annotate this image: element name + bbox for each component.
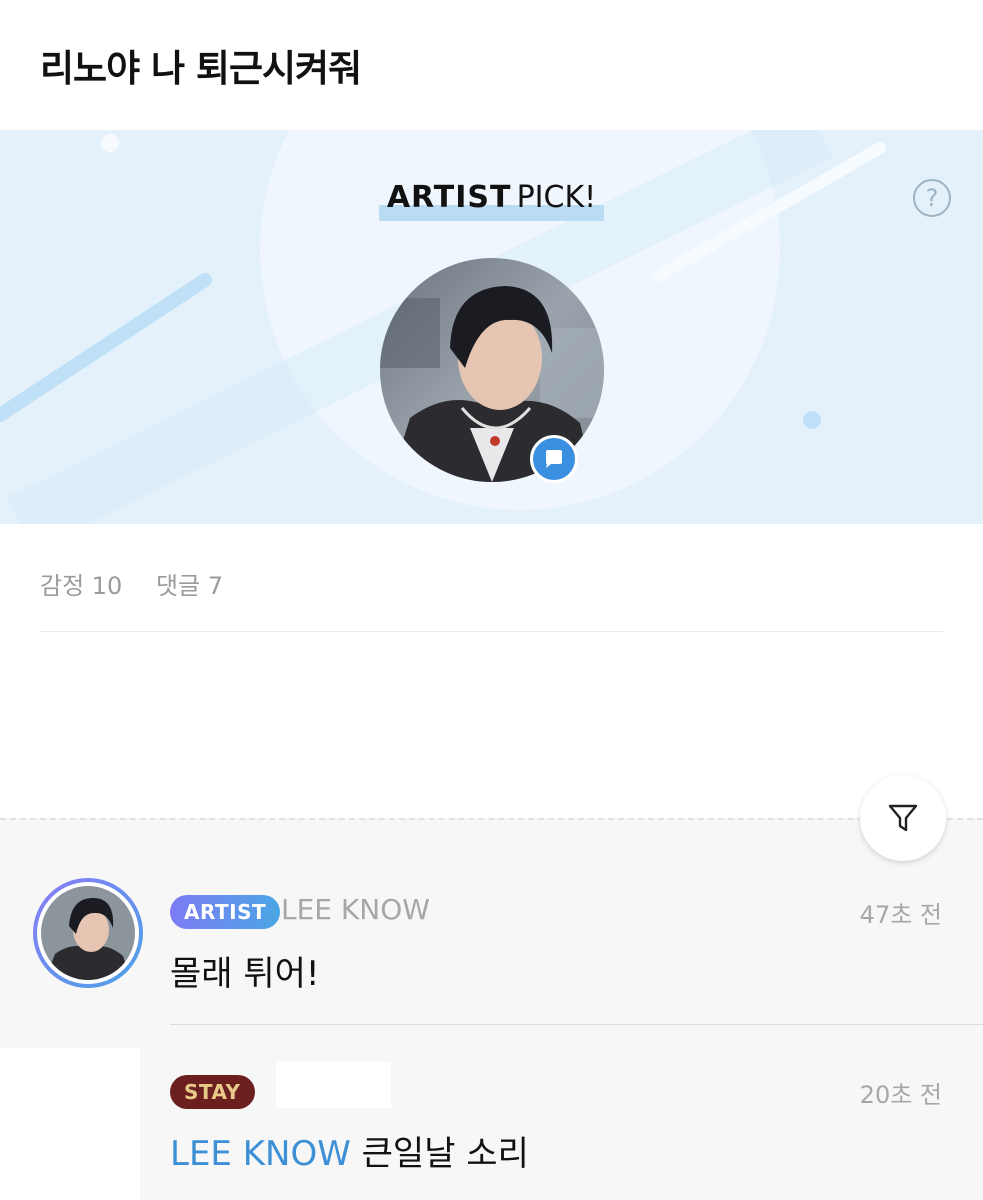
filter-button[interactable] [860,775,946,861]
comment-timestamp: 47초 전 [859,901,942,929]
post-stats: 감정 10 댓글 7 [40,566,249,601]
comment-timestamp: 20초 전 [859,1081,942,1109]
question-circle-icon[interactable]: ? [913,179,951,217]
dashed-divider [0,818,983,820]
filter-funnel-icon [888,804,918,832]
emotion-count[interactable]: 감정 10 [40,572,122,600]
artist-pick-label-regular: PICK! [516,180,597,215]
comment-author[interactable]: LEE KNOW [281,893,430,926]
chat-bubble-icon [530,435,578,483]
artist-pick-label: ARTIST PICK! [0,180,983,221]
artist-pick-label-bold: ARTIST [386,180,512,215]
mention-link[interactable]: LEE KNOW [170,1134,351,1174]
post-title: 리노야 나 퇴근시켜줘 [40,47,362,90]
divider [40,631,943,632]
comment-count[interactable]: 댓글 7 [156,572,223,600]
reply-indent [0,1048,140,1200]
divider [170,1024,983,1025]
artist-badge: ARTIST [170,895,281,929]
avatar[interactable] [41,886,135,980]
reply-text: LEE KNOW 큰일날 소리 [170,1126,529,1175]
comment-text: 몰래 튀어! [170,954,320,994]
artist-pick-banner: ARTIST PICK! ? [0,130,983,524]
stay-badge: STAY [170,1075,255,1109]
reply-body: 큰일날 소리 [350,1134,529,1174]
redacted-author [276,1062,391,1108]
